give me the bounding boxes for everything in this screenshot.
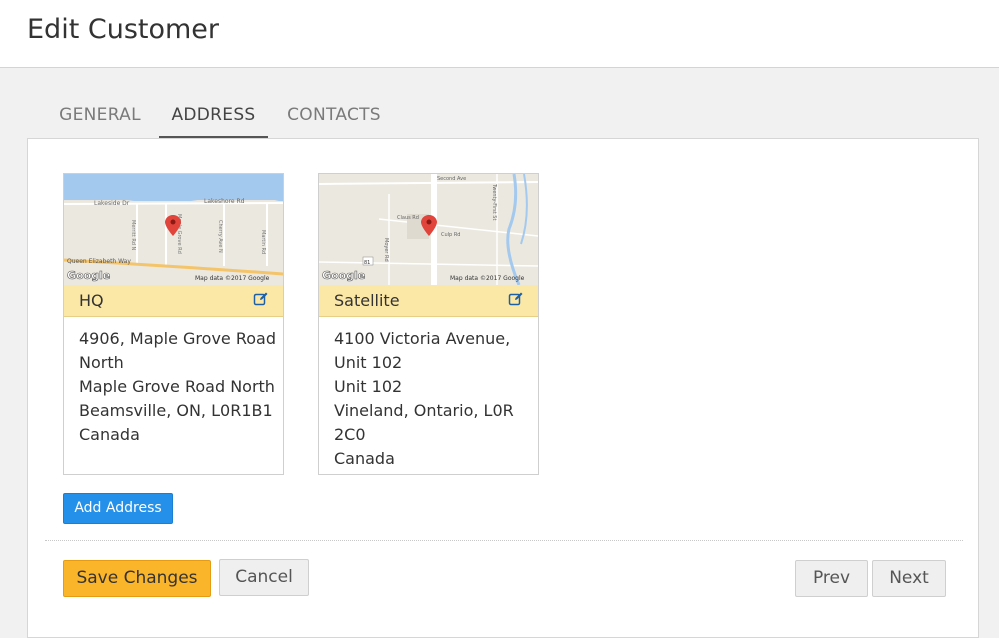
map-label: Queen Elizabeth Way	[67, 258, 131, 265]
card-header: HQ	[64, 285, 283, 317]
map-attribution: Map data ©2017 Google	[195, 275, 270, 282]
tab-general[interactable]: GENERAL	[44, 95, 156, 136]
address-line: North	[79, 353, 124, 372]
address-line: 2C0	[334, 425, 366, 444]
edit-icon[interactable]	[253, 291, 269, 311]
address-line: 4906, Maple Grove Road	[79, 329, 276, 348]
address-lines: 4906, Maple Grove Road North Maple Grove…	[79, 327, 276, 447]
address-line: Maple Grove Road North	[79, 377, 275, 396]
address-name: Satellite	[334, 291, 400, 310]
tab-contacts[interactable]: CONTACTS	[276, 95, 392, 136]
map-thumbnail-satellite[interactable]: Second Ave Twenty-First St Claus Rd Culp…	[319, 174, 538, 285]
add-address-button[interactable]: Add Address	[63, 493, 173, 524]
next-button[interactable]: Next	[872, 560, 946, 597]
map-label: Lakeside Dr	[94, 200, 130, 207]
prev-button[interactable]: Prev	[795, 560, 868, 597]
map-label: Martin Rd	[260, 230, 266, 254]
address-name: HQ	[79, 291, 104, 310]
address-card-satellite: Second Ave Twenty-First St Claus Rd Culp…	[318, 173, 539, 475]
header-bar: Edit Customer	[0, 0, 999, 68]
map-label: Culp Rd	[441, 232, 460, 238]
save-changes-button[interactable]: Save Changes	[63, 560, 211, 597]
address-panel: Lakeside Dr Lakeshore Rd Merritt Rd N Ma…	[27, 138, 979, 638]
map-label: Twenty-First St	[491, 183, 497, 220]
edit-icon[interactable]	[508, 291, 524, 311]
address-line: Unit 102	[334, 353, 403, 372]
cancel-button[interactable]: Cancel	[219, 559, 309, 596]
map-label: Second Ave	[437, 176, 466, 182]
google-logo: Google	[67, 269, 110, 282]
map-label: Merritt Rd N	[130, 220, 136, 251]
address-line: Unit 102	[334, 377, 403, 396]
map-label: 81	[364, 260, 370, 266]
map-label: Moyer Rd	[383, 238, 389, 262]
google-logo: Google	[322, 269, 365, 282]
address-line: 4100 Victoria Avenue,	[334, 329, 511, 348]
address-line: Beamsville, ON, L0R1B1	[79, 401, 273, 420]
address-card-hq: Lakeside Dr Lakeshore Rd Merritt Rd N Ma…	[63, 173, 284, 475]
address-lines: 4100 Victoria Avenue, Unit 102 Unit 102 …	[334, 327, 529, 471]
map-label: Cherry Ave N	[217, 220, 223, 253]
map-thumbnail-hq[interactable]: Lakeside Dr Lakeshore Rd Merritt Rd N Ma…	[64, 174, 283, 285]
tab-address[interactable]: ADDRESS	[159, 95, 268, 138]
address-line: Vineland, Ontario, L0R	[334, 401, 514, 420]
address-line: Canada	[334, 449, 395, 468]
page-title: Edit Customer	[27, 14, 220, 45]
card-header: Satellite	[319, 285, 538, 317]
map-label: Claus Rd	[397, 215, 419, 221]
divider	[45, 540, 963, 541]
address-line: Canada	[79, 425, 140, 444]
map-label: Lakeshore Rd	[204, 198, 245, 205]
map-attribution: Map data ©2017 Google	[450, 275, 525, 282]
